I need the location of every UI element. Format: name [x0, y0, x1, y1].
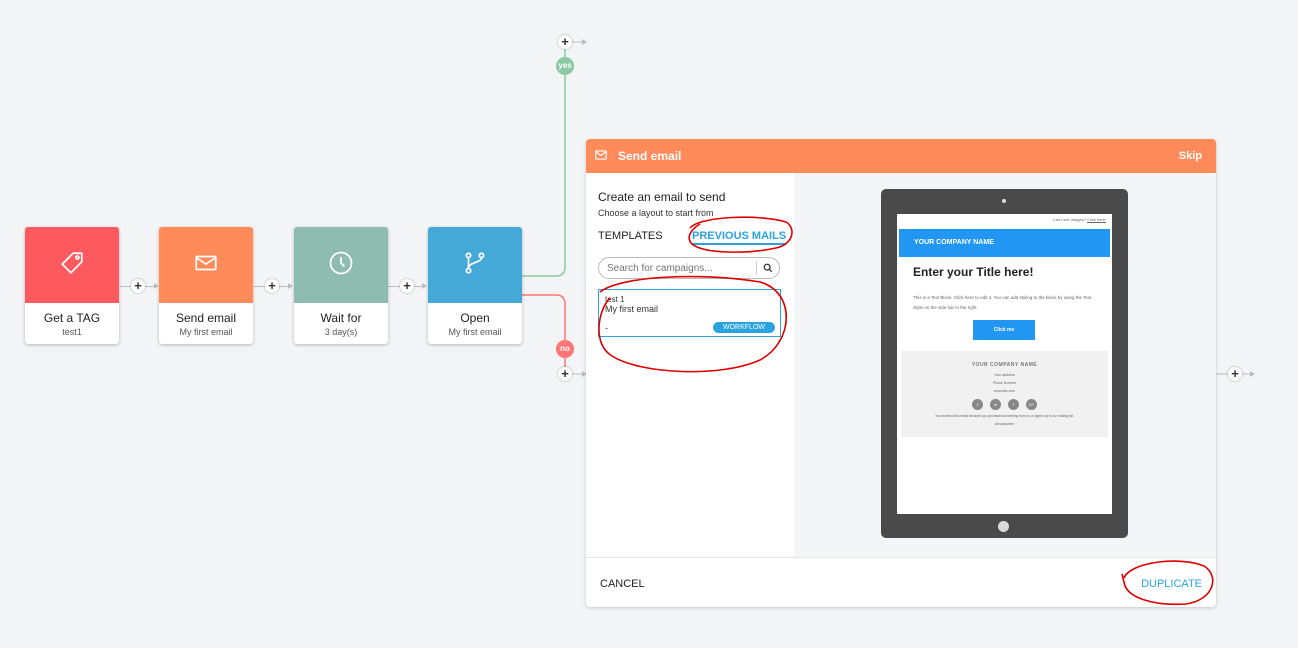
node-subtitle: My first email	[448, 327, 502, 337]
preview-header-bar: YOUR COMPANY NAME	[899, 229, 1110, 257]
node-title: Wait for	[320, 311, 362, 325]
envelope-icon	[193, 250, 219, 281]
clock-icon	[327, 249, 355, 282]
add-yes-step-button[interactable]: +	[558, 35, 572, 49]
panel-heading: Create an email to send	[598, 190, 726, 204]
node-header	[159, 227, 253, 303]
tablet-home-button	[998, 521, 1009, 532]
preview-body: This is a Text Block. Click here to edit…	[913, 295, 1092, 310]
node-subtitle: test1	[62, 327, 82, 337]
preview-cta-button: Click me	[973, 320, 1035, 340]
envelope-icon	[594, 148, 610, 164]
node-title: Get a TAG	[43, 311, 101, 325]
preview-footer: YOUR COMPANY NAME Your address Phone Num…	[901, 351, 1108, 437]
email-preview-area: Can't see images? Click here! YOUR COMPA…	[794, 173, 1216, 557]
node-get-a-tag[interactable]: Get a TAG test1	[25, 227, 119, 344]
click-here-link[interactable]: Click here!	[1087, 217, 1106, 222]
campaign-subject: My first email	[605, 304, 659, 314]
preview-company: YOUR COMPANY NAME	[914, 239, 994, 246]
node-subtitle: My first email	[179, 327, 233, 337]
panel-title: Send email	[618, 149, 682, 163]
no-badge: no	[556, 340, 574, 358]
campaign-meta: -	[605, 323, 608, 333]
add-no-step-button[interactable]: +	[558, 367, 572, 381]
googleplus-icon: G+	[1026, 399, 1037, 410]
tab-templates[interactable]: TEMPLATES	[598, 230, 663, 242]
preview-title: Enter your Title here!	[913, 265, 1034, 279]
footer-unsubscribe: Unsubscribe	[994, 422, 1015, 426]
footer-disclaimer: You received this email because you purc…	[935, 414, 1074, 418]
duplicate-button[interactable]: DUPLICATE	[1141, 578, 1202, 590]
tablet-preview: Can't see images? Click here! YOUR COMPA…	[881, 189, 1128, 538]
node-header	[428, 227, 522, 303]
branch-icon	[462, 250, 488, 281]
node-send-email[interactable]: Send email My first email	[159, 227, 253, 344]
campaign-search	[598, 257, 780, 279]
node-title: Send email	[175, 311, 237, 325]
footer-phone: Phone Number	[992, 381, 1017, 385]
node-header	[294, 227, 388, 303]
node-header	[25, 227, 119, 303]
footer-website: www.site.com	[993, 389, 1016, 393]
yes-badge: yes	[556, 57, 574, 75]
linkedin-icon: in	[990, 399, 1001, 410]
cant-see-images: Can't see images? Click here!	[1052, 217, 1106, 222]
send-email-panel: Send email Skip Create an email to send …	[586, 139, 1216, 607]
cancel-button[interactable]: CANCEL	[600, 578, 645, 590]
twitter-icon: t	[1008, 399, 1019, 410]
campaign-name: test 1	[605, 295, 625, 304]
facebook-icon: f	[972, 399, 983, 410]
footer-address: Your address	[994, 373, 1015, 377]
tag-icon	[59, 250, 85, 281]
search-input[interactable]	[599, 261, 757, 275]
node-subtitle: 3 day(s)	[324, 327, 358, 337]
panel-footer: CANCEL DUPLICATE	[586, 557, 1216, 607]
campaign-card[interactable]: test 1 My first email - WORKFLOW	[598, 289, 781, 337]
footer-company: YOUR COMPANY NAME	[971, 362, 1038, 368]
node-wait-for[interactable]: Wait for 3 day(s)	[294, 227, 388, 344]
node-title: Open	[460, 311, 490, 325]
layout-chooser: Create an email to send Choose a layout …	[586, 173, 794, 557]
add-after-panel-button[interactable]: +	[1228, 367, 1242, 381]
tablet-camera	[1002, 199, 1006, 203]
social-icons: f in t G+	[972, 399, 1037, 410]
email-preview: Can't see images? Click here! YOUR COMPA…	[897, 214, 1112, 514]
workflow-tag: WORKFLOW	[713, 322, 775, 333]
tab-previous-mails[interactable]: PREVIOUS MAILS	[692, 230, 787, 245]
panel-header: Send email Skip	[586, 139, 1216, 173]
search-icon[interactable]	[757, 263, 779, 273]
panel-subheading: Choose a layout to start from	[598, 208, 714, 218]
skip-button[interactable]: Skip	[1179, 150, 1202, 162]
node-open[interactable]: Open My first email	[428, 227, 522, 344]
